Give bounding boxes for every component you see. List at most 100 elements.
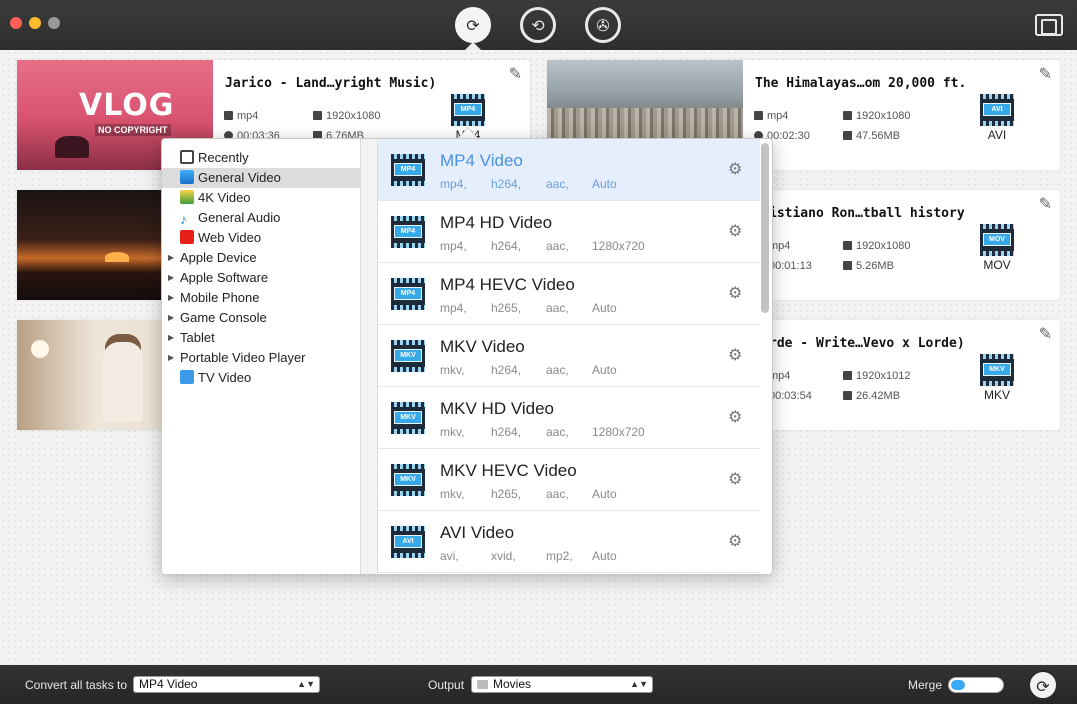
mp4-format-icon: MP4 xyxy=(391,154,425,186)
gear-icon[interactable]: ⚙ xyxy=(728,531,742,550)
preset-specs: mkv, h264, aac, Auto xyxy=(440,363,617,377)
up-down-chevron-icon: ▲▼ xyxy=(630,679,648,689)
preset-mp4-hevc-video[interactable]: MP4 MP4 HEVC Video mp4, h265, aac, Auto ⚙ xyxy=(378,263,760,325)
compress-icon[interactable]: ⟲ xyxy=(520,7,556,43)
category-mobile-phone[interactable]: ▶ Mobile Phone xyxy=(162,288,360,308)
edit-pencil-icon[interactable]: ✎ xyxy=(1039,194,1052,213)
lamp-shape xyxy=(31,340,49,358)
preset-mp4-hd-video[interactable]: MP4 MP4 HD Video mp4, h264, aac, 1280x720 ⚙ xyxy=(378,201,760,263)
preset-name: MKV HD Video xyxy=(440,399,555,418)
mkv-hd-format-icon: MKV xyxy=(391,402,425,434)
target-format-button[interactable]: MOV MOV xyxy=(977,224,1017,272)
merge-toggle[interactable] xyxy=(948,677,1004,693)
target-format-button[interactable]: MKV MKV xyxy=(977,354,1017,402)
zoom-window-button[interactable] xyxy=(48,17,60,29)
tv-icon xyxy=(180,370,194,384)
category-4k-video[interactable]: 4K Video xyxy=(162,188,360,208)
mov-format-icon: MOV xyxy=(980,224,1014,256)
mkv-format-icon: MKV xyxy=(391,464,425,496)
youtube-icon xyxy=(180,230,194,244)
convert-all-select[interactable]: MP4 Video ▲▼ xyxy=(133,676,320,693)
preset-specs: mp4, h265, aac, Auto xyxy=(440,301,617,315)
video-format: mp4 xyxy=(754,110,788,122)
preset-list: MP4 MP4 Video mp4, h264, aac, Auto ⚙ MP4 MP… xyxy=(378,139,760,574)
category-apple-device[interactable]: ▶ Apple Device xyxy=(162,248,360,268)
scrollbar-thumb[interactable] xyxy=(761,143,769,313)
thumbnail-subtitle: NO COPYRIGHT xyxy=(95,124,171,136)
edit-pencil-icon[interactable]: ✎ xyxy=(509,64,522,83)
category-tablet[interactable]: ▶ Tablet xyxy=(162,328,360,348)
gear-icon[interactable]: ⚙ xyxy=(728,345,742,364)
minimize-window-button[interactable] xyxy=(29,17,41,29)
gear-icon[interactable]: ⚙ xyxy=(728,221,742,240)
panel-divider[interactable] xyxy=(360,139,378,574)
close-window-button[interactable] xyxy=(10,17,22,29)
avi-format-icon: AVI xyxy=(391,526,425,558)
monitor-icon xyxy=(843,241,852,250)
edit-pencil-icon[interactable]: ✎ xyxy=(1039,64,1052,83)
thumbnail-title: VLOG xyxy=(79,88,175,123)
preset-name: MKV HEVC Video xyxy=(440,461,577,480)
video-title: Jarico - Land…yright Music) xyxy=(225,76,437,91)
preset-name: MP4 HEVC Video xyxy=(440,275,575,294)
format-picker-popover: Recently General Video 4K Video ♪ General… xyxy=(161,138,773,575)
category-general-audio[interactable]: ♪ General Audio xyxy=(162,208,360,228)
preset-specs: mkv, h264, aac, 1280x720 xyxy=(440,425,645,439)
edit-pencil-icon[interactable]: ✎ xyxy=(1039,324,1052,343)
category-game-console[interactable]: ▶ Game Console xyxy=(162,308,360,328)
download-icon xyxy=(843,131,852,140)
title-bar: ⟳ ⟲ ✇ xyxy=(0,0,1077,50)
avi-format-icon: AVI xyxy=(980,94,1014,126)
video-resolution: 1920x1080 xyxy=(313,110,380,122)
monitor-icon xyxy=(313,111,322,120)
preset-name: MKV Video xyxy=(440,337,525,356)
mp4-hd-format-icon: MP4 xyxy=(391,216,425,248)
download-icon xyxy=(843,391,852,400)
gear-icon[interactable]: ⚙ xyxy=(728,407,742,426)
film-folder-icon[interactable] xyxy=(1035,14,1063,36)
toggle-knob xyxy=(951,680,965,690)
preset-name: AVI Video xyxy=(440,523,515,542)
preset-name: MP4 Video xyxy=(440,151,523,170)
video-title: istiano Ron…tball history xyxy=(769,206,965,221)
video-title: The Himalayas…om 20,000 ft. xyxy=(755,76,967,91)
merge-label: Merge xyxy=(908,678,943,692)
convert-icon[interactable]: ⟳ xyxy=(455,7,491,43)
rider-silhouette xyxy=(55,136,89,158)
video-resolution: 1920x1012 xyxy=(843,370,910,382)
video-title: rde - Write…Vevo x Lorde) xyxy=(769,336,965,351)
category-recently[interactable]: Recently xyxy=(162,148,360,168)
preset-mkv-video[interactable]: MKV MKV Video mkv, h264, aac, Auto ⚙ xyxy=(378,325,760,387)
target-format-button[interactable]: AVI AVI xyxy=(977,94,1017,142)
gear-icon[interactable]: ⚙ xyxy=(728,159,742,178)
gear-icon[interactable]: ⚙ xyxy=(728,283,742,302)
video-resolution: 1920x1080 xyxy=(843,240,910,252)
mkv-format-icon: MKV xyxy=(980,354,1014,386)
person-figure xyxy=(103,342,143,422)
preset-specs: mp4, h264, aac, 1280x720 xyxy=(440,239,645,253)
video-duration: 00:01:13 xyxy=(769,260,812,272)
active-tab-indicator xyxy=(465,42,481,50)
category-portable-video-player[interactable]: ▶ Portable Video Player xyxy=(162,348,360,368)
film-icon xyxy=(224,111,233,120)
preset-specs: avi, xvid, mp2, Auto xyxy=(440,549,617,563)
category-apple-software[interactable]: ▶ Apple Software xyxy=(162,268,360,288)
category-general-video[interactable]: General Video xyxy=(162,168,360,188)
output-folder-select[interactable]: Movies ▲▼ xyxy=(471,676,653,693)
category-tv-video[interactable]: TV Video xyxy=(162,368,360,388)
disclosure-triangle-icon: ▶ xyxy=(168,333,175,342)
media-icon[interactable]: ✇ xyxy=(585,7,621,43)
output-label: Output xyxy=(428,678,465,692)
preset-avi-video[interactable]: AVI AVI Video avi, xvid, mp2, Auto ⚙ xyxy=(378,511,760,573)
preset-mkv-hevc-video[interactable]: MKV MKV HEVC Video mkv, h265, aac, Auto ⚙ xyxy=(378,449,760,511)
monitor-icon xyxy=(843,111,852,120)
category-web-video[interactable]: Web Video xyxy=(162,228,360,248)
convert-all-label: Convert all tasks to xyxy=(25,678,128,692)
preset-scrollbar[interactable] xyxy=(761,143,769,571)
preset-mp4-video[interactable]: MP4 MP4 Video mp4, h264, aac, Auto ⚙ xyxy=(378,139,760,201)
disclosure-triangle-icon: ▶ xyxy=(168,273,175,282)
disclosure-triangle-icon: ▶ xyxy=(168,293,175,302)
convert-all-button[interactable]: ⟳ xyxy=(1028,670,1058,700)
preset-mkv-hd-video[interactable]: MKV MKV HD Video mkv, h264, aac, 1280x720 ⚙ xyxy=(378,387,760,449)
gear-icon[interactable]: ⚙ xyxy=(728,469,742,488)
